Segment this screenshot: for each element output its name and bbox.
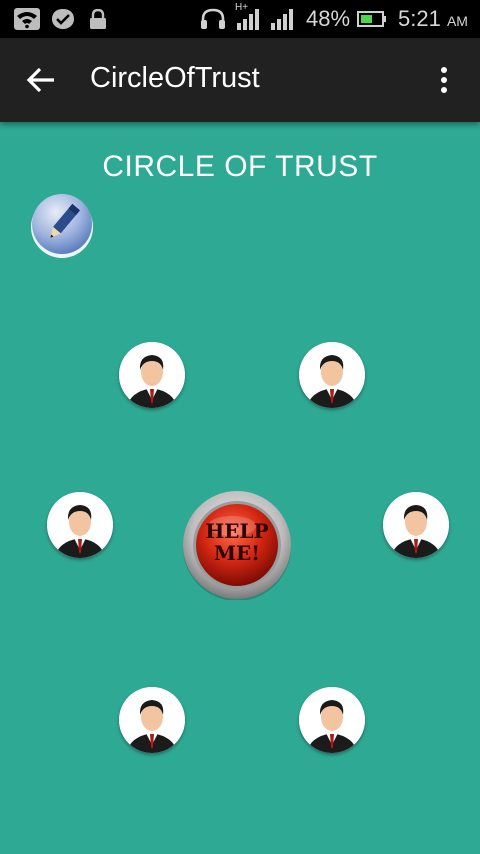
- headphones-icon: [201, 8, 225, 29]
- back-button[interactable]: [22, 62, 62, 98]
- overflow-menu-icon: [441, 67, 447, 93]
- checkmark-icon: [52, 9, 74, 29]
- contact-slot-2[interactable]: [299, 342, 365, 408]
- contact-slot-1[interactable]: [119, 342, 185, 408]
- wifi-icon: [14, 8, 40, 30]
- status-bar: H+ 48% 5:21 AM: [0, 0, 480, 38]
- edit-button[interactable]: [29, 192, 95, 258]
- overflow-menu-button[interactable]: [430, 62, 458, 98]
- app-title: CircleOfTrust: [90, 62, 260, 94]
- help-me-button[interactable]: HELP ME!: [182, 490, 292, 601]
- battery-icon: [357, 11, 386, 27]
- lock-icon: [90, 9, 106, 29]
- alarm-button-icon: [183, 491, 291, 601]
- person-avatar-icon: [299, 687, 365, 753]
- clock: 5:21 AM: [398, 6, 468, 32]
- back-arrow-icon: [26, 67, 54, 93]
- person-avatar-icon: [47, 492, 113, 558]
- battery-percent: 48%: [306, 6, 351, 31]
- signal-icon: [237, 9, 259, 30]
- person-avatar-icon: [299, 342, 365, 408]
- app-bar: CircleOfTrust: [0, 38, 480, 122]
- contact-slot-6[interactable]: [299, 687, 365, 753]
- page-heading: CIRCLE OF TRUST: [102, 150, 378, 183]
- person-avatar-icon: [383, 492, 449, 558]
- person-avatar-icon: [119, 687, 185, 753]
- clock-ampm: AM: [446, 13, 468, 29]
- clock-time: 5:21: [398, 6, 441, 31]
- contact-slot-3[interactable]: [47, 492, 113, 558]
- signal-icon: [271, 9, 293, 30]
- pencil-icon: [31, 194, 93, 258]
- contact-slot-5[interactable]: [119, 687, 185, 753]
- person-avatar-icon: [119, 342, 185, 408]
- contact-slot-4[interactable]: [383, 492, 449, 558]
